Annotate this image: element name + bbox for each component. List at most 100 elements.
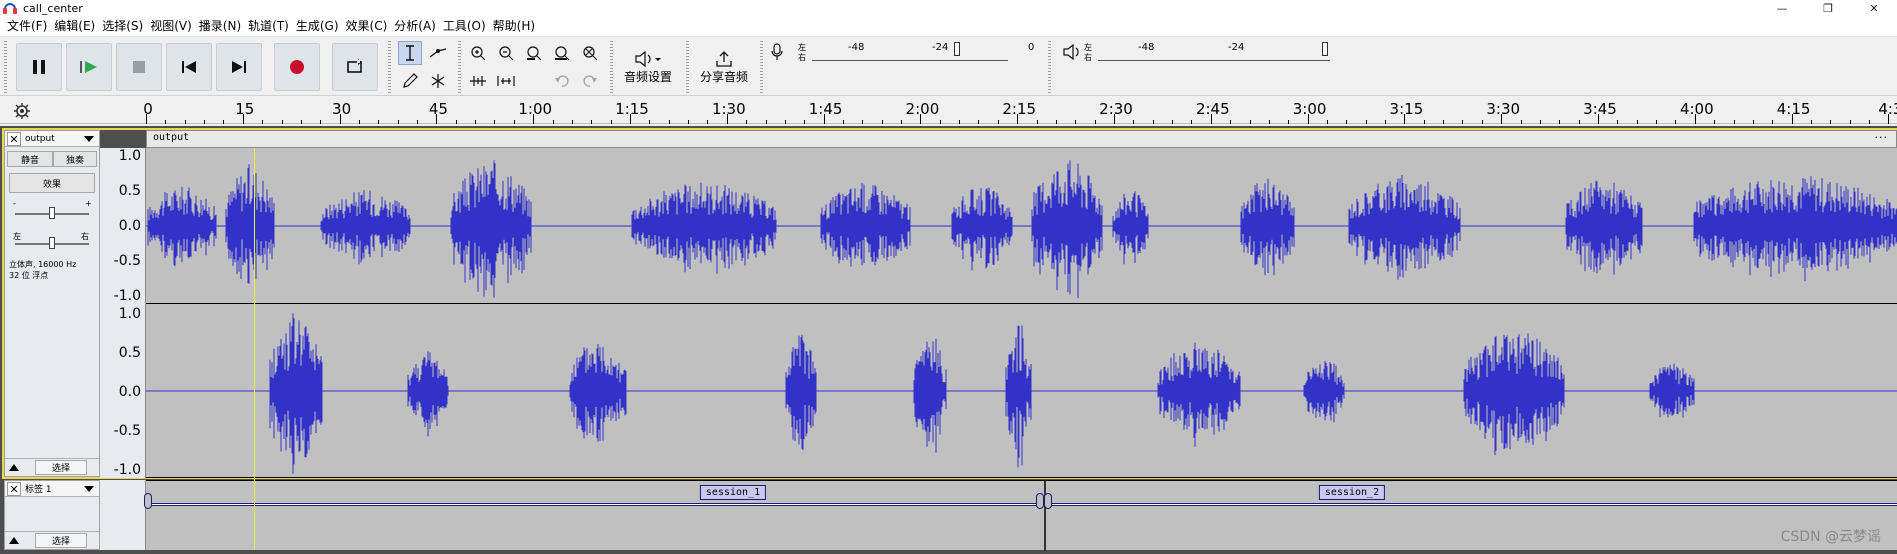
label-span-line xyxy=(148,503,1042,506)
close-label-track-button[interactable]: ✕ xyxy=(7,481,21,496)
label-track-name[interactable]: 标签 1 xyxy=(25,482,84,495)
zoom-out-button[interactable] xyxy=(494,41,518,65)
record-meter[interactable]: 左右 -48 -24 0 xyxy=(770,41,1040,65)
collapse-track-icon[interactable] xyxy=(9,464,19,471)
fit-project-button[interactable] xyxy=(550,41,574,65)
track-menu-dropdown-icon[interactable] xyxy=(84,135,94,142)
redo-icon xyxy=(583,75,597,87)
edit-grip[interactable] xyxy=(458,41,461,93)
pause-button[interactable] xyxy=(16,43,62,91)
envelope-tool[interactable] xyxy=(426,41,450,65)
clip-menu-button[interactable]: ··· xyxy=(1875,131,1889,144)
left-channel-scale[interactable]: 1.0 0.5 0.0 -0.5 -1.0 xyxy=(100,148,146,304)
menu-edit[interactable]: 编辑(E) xyxy=(51,16,99,36)
menu-generate[interactable]: 生成(G) xyxy=(293,16,343,36)
record-button[interactable] xyxy=(274,43,320,91)
fit-selection-button[interactable] xyxy=(522,41,546,65)
skip-to-start-button[interactable] xyxy=(166,43,212,91)
draw-tool[interactable] xyxy=(398,69,422,93)
menu-help[interactable]: 帮助(H) xyxy=(490,16,539,36)
timeline-minor-tick xyxy=(1326,120,1328,124)
label-session-2[interactable]: session_2 xyxy=(1318,485,1386,500)
menu-tracks[interactable]: 轨道(T) xyxy=(245,16,293,36)
clip-header[interactable]: output ··· xyxy=(146,130,1897,148)
timeline-minor-tick xyxy=(746,120,748,124)
timeline-major-tick xyxy=(1694,114,1696,124)
mute-button[interactable]: 静音 xyxy=(7,151,53,167)
share-audio-button[interactable]: 分享音频 xyxy=(694,43,754,91)
playback-level-slider[interactable] xyxy=(1322,42,1328,56)
audio-setup-grip[interactable] xyxy=(610,41,613,93)
menu-select[interactable]: 选择(S) xyxy=(99,16,147,36)
pan-slider[interactable] xyxy=(49,237,55,249)
close-track-button[interactable]: ✕ xyxy=(7,131,21,146)
label-track[interactable]: session_1 session_2 xyxy=(144,480,1897,551)
timeline-minor-tick xyxy=(281,120,283,124)
timeline-minor-tick xyxy=(165,120,167,124)
record-level-slider[interactable] xyxy=(954,42,960,56)
right-channel-waveform[interactable] xyxy=(146,304,1897,478)
label-session-1[interactable]: session_1 xyxy=(699,485,767,500)
select-label-track-button[interactable]: 选择 xyxy=(35,533,87,548)
label-track-menu-dropdown-icon[interactable] xyxy=(84,485,94,492)
timeline-minor-tick xyxy=(842,120,844,124)
redo-button[interactable] xyxy=(578,69,602,93)
track-name[interactable]: output xyxy=(25,134,84,144)
zoom-fit-icon xyxy=(555,46,570,61)
gain-slider[interactable] xyxy=(49,207,55,219)
gain-plus-label: + xyxy=(85,199,92,208)
maximize-button[interactable]: ❐ xyxy=(1805,0,1851,16)
label-boundary-handle[interactable] xyxy=(1044,493,1052,509)
loop-button[interactable] xyxy=(332,43,378,91)
scale-label: 0.0 xyxy=(118,384,141,400)
tools-grip[interactable] xyxy=(388,41,391,93)
timeline-minor-tick xyxy=(668,120,670,124)
solo-button[interactable]: 独奏 xyxy=(53,151,97,167)
scale-label: -0.5 xyxy=(113,423,141,439)
clip-name: output xyxy=(153,132,190,143)
play-meter-grip[interactable] xyxy=(1048,41,1051,93)
skip-to-end-button[interactable] xyxy=(216,43,262,91)
label-boundary-handle[interactable] xyxy=(1036,493,1044,509)
playback-meter[interactable]: 左右 -48 -24 xyxy=(1058,41,1338,65)
close-window-button[interactable]: ✕ xyxy=(1851,0,1897,16)
audio-setup-button[interactable]: 音频设置 xyxy=(618,43,678,91)
share-grip[interactable] xyxy=(686,41,689,93)
zoom-toggle-button[interactable] xyxy=(578,41,602,65)
trim-icon xyxy=(470,76,486,86)
menu-analyze[interactable]: 分析(A) xyxy=(391,16,440,36)
timeline-ruler[interactable]: 0 15 30 45 1:00 1:15 1:30 1:45 2:00 2:15 2:30 2:45 3… xyxy=(0,96,1897,124)
timeline-minor-tick xyxy=(1714,120,1716,124)
minimize-button[interactable]: — xyxy=(1759,0,1805,16)
effects-button[interactable]: 效果 xyxy=(9,173,95,193)
pan-right-label: 右 xyxy=(81,232,89,241)
collapse-label-track-icon[interactable] xyxy=(9,537,19,544)
select-track-button[interactable]: 选择 xyxy=(35,460,87,475)
menu-effect[interactable]: 效果(C) xyxy=(343,16,392,36)
timeline-settings-gear-icon[interactable] xyxy=(12,102,32,120)
left-channel-waveform[interactable] xyxy=(146,148,1897,304)
record-meter-grip[interactable] xyxy=(760,41,763,93)
trim-audio-button[interactable] xyxy=(466,69,490,93)
menu-file[interactable]: 文件(F) xyxy=(4,16,51,36)
timeline-minor-tick xyxy=(513,120,515,124)
selection-tool[interactable] xyxy=(398,41,422,65)
multi-tool[interactable] xyxy=(426,69,450,93)
menu-transport[interactable]: 播录(N) xyxy=(196,16,245,36)
speaker-icon xyxy=(1063,44,1079,60)
menu-tools[interactable]: 工具(O) xyxy=(440,16,490,36)
right-channel-scale[interactable]: 1.0 0.5 0.0 -0.5 -1.0 xyxy=(100,304,146,478)
toolbar-grip[interactable] xyxy=(4,41,7,93)
scale-label: 1.0 xyxy=(118,148,141,164)
undo-button[interactable] xyxy=(550,69,574,93)
audacity-window: call_center — ❐ ✕ 文件(F) 编辑(E) 选择(S) 视图(V… xyxy=(0,0,1897,554)
play-button[interactable] xyxy=(66,43,112,91)
zoom-in-button[interactable] xyxy=(466,41,490,65)
label-start-handle[interactable] xyxy=(144,493,152,509)
track-header: ✕ output xyxy=(5,131,99,147)
timeline-minor-tick xyxy=(1365,120,1367,124)
menu-view[interactable]: 视图(V) xyxy=(147,16,196,36)
silence-audio-button[interactable] xyxy=(494,69,518,93)
timeline-tick-label: 4:15 xyxy=(1776,100,1811,118)
stop-button[interactable] xyxy=(116,43,162,91)
